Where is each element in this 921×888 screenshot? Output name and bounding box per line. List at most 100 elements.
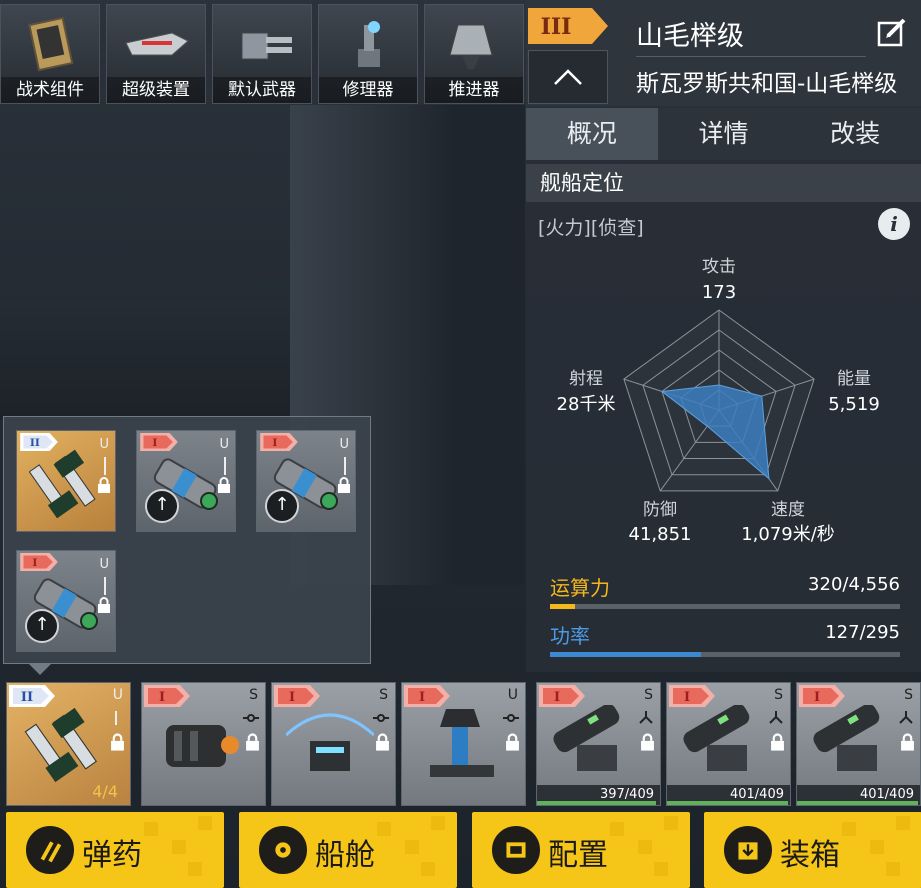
slot-type-letter: S bbox=[644, 687, 653, 703]
tier-flag-icon: I bbox=[260, 433, 298, 451]
power-value: 127/295 bbox=[825, 622, 900, 643]
durability-bar bbox=[667, 801, 788, 805]
compute-label: 运算力 bbox=[550, 576, 610, 600]
ship-roles: [火力][侦查] bbox=[538, 217, 644, 239]
tab-details[interactable]: 详情 bbox=[658, 108, 790, 160]
tab-overview[interactable]: 概况 bbox=[526, 108, 658, 160]
tier-flag-icon: II bbox=[9, 685, 55, 707]
slot-type-icon bbox=[115, 711, 117, 725]
default-weapon-icon bbox=[241, 32, 292, 60]
slot-type-icon bbox=[899, 711, 913, 724]
slot-type-letter: U bbox=[112, 687, 123, 703]
ammo-icon bbox=[26, 826, 74, 874]
collapse-button[interactable] bbox=[528, 50, 608, 104]
stat-speed-label: 速度 bbox=[771, 500, 805, 520]
equipment-slot[interactable]: II U 4/4 bbox=[6, 682, 131, 806]
slot-type-icon bbox=[639, 711, 653, 724]
lock-icon bbox=[375, 733, 390, 751]
popup-module-slot[interactable]: I U ↑ bbox=[256, 430, 356, 532]
upgrade-arrow-icon[interactable]: ↑ bbox=[145, 489, 179, 523]
equipment-art bbox=[21, 705, 109, 785]
lock-icon bbox=[217, 477, 231, 493]
lock-icon bbox=[110, 733, 125, 751]
action-button-3[interactable]: 装箱 bbox=[704, 812, 921, 888]
svg-text:I: I bbox=[152, 436, 157, 449]
power-bar-fill bbox=[550, 652, 701, 657]
popup-module-slot[interactable]: I U ↑ bbox=[136, 430, 236, 532]
equipment-art bbox=[811, 703, 899, 785]
slot-type-letter: U bbox=[99, 437, 109, 452]
tab-label: 推进器 bbox=[425, 77, 523, 103]
tab-repair-device[interactable]: 修理器 bbox=[318, 4, 418, 104]
slot-type-icon bbox=[243, 714, 259, 722]
equipment-slot[interactable]: I S 401/409 bbox=[796, 682, 921, 806]
power-bar bbox=[550, 652, 900, 657]
svg-text:I: I bbox=[159, 690, 165, 705]
lock-icon bbox=[770, 733, 785, 751]
durability-bar bbox=[537, 801, 657, 805]
info-icon[interactable]: i bbox=[878, 208, 910, 240]
equipment-slot[interactable]: I U bbox=[401, 682, 526, 806]
slot-type-letter: U bbox=[507, 687, 518, 703]
tab-default-weapon[interactable]: 默认武器 bbox=[212, 4, 312, 104]
tab-modify[interactable]: 改装 bbox=[789, 108, 921, 160]
repair-device-icon bbox=[358, 21, 380, 67]
tab-thruster[interactable]: 推进器 bbox=[424, 4, 524, 104]
tab-tactical-component[interactable]: 战术组件 bbox=[0, 4, 100, 104]
equipment-art bbox=[551, 703, 639, 785]
crate-icon bbox=[724, 826, 772, 874]
upgrade-arrow-icon[interactable]: ↑ bbox=[25, 609, 59, 643]
equipment-slot[interactable]: I S bbox=[271, 682, 396, 806]
popup-module-slot[interactable]: II U bbox=[16, 430, 116, 532]
action-label: 弹药 bbox=[82, 838, 142, 873]
equipment-art bbox=[156, 705, 244, 785]
action-button-1[interactable]: 船舱 bbox=[239, 812, 457, 888]
svg-text:III: III bbox=[541, 14, 572, 40]
stats-radar: 攻击 173 能量 5,519 速度 1,079米/秒 防御 41,851 射程… bbox=[557, 257, 880, 545]
tier-flag-icon: I bbox=[20, 553, 58, 571]
svg-text:II: II bbox=[21, 690, 33, 705]
svg-text:I: I bbox=[554, 690, 560, 705]
equipment-slot[interactable]: I S 401/409 bbox=[666, 682, 791, 806]
tier-flag-icon: II bbox=[20, 433, 58, 451]
slot-type-letter: U bbox=[219, 437, 229, 452]
power-label: 功率 bbox=[550, 624, 590, 648]
ship-name: 山毛榉级 bbox=[636, 21, 744, 52]
compute-bar bbox=[550, 604, 900, 609]
upgrade-arrow-icon[interactable]: ↑ bbox=[265, 489, 299, 523]
slot-type-letter: U bbox=[99, 557, 109, 572]
popup-pointer bbox=[28, 663, 52, 675]
slot-type-letter: S bbox=[249, 687, 258, 703]
stat-range-label: 射程 bbox=[569, 369, 603, 389]
slot-type-icon bbox=[769, 711, 783, 724]
lock-icon bbox=[640, 733, 655, 751]
tier-flag-icon: I bbox=[140, 433, 178, 451]
slot-type-letter: S bbox=[774, 687, 783, 703]
popup-module-slot[interactable]: I U ↑ bbox=[16, 550, 116, 652]
lock-icon bbox=[337, 477, 351, 493]
stat-speed-value: 1,079米/秒 bbox=[741, 524, 835, 545]
tier-flag-icon: I bbox=[144, 685, 190, 707]
equipment-slot[interactable]: I S bbox=[141, 682, 266, 806]
stat-attack-label: 攻击 bbox=[702, 257, 736, 277]
tab-super-device[interactable]: 超级装置 bbox=[106, 4, 206, 104]
durability-bar bbox=[797, 801, 918, 805]
slot-type-icon bbox=[373, 714, 389, 722]
divider bbox=[636, 56, 866, 57]
action-button-2[interactable]: 配置 bbox=[472, 812, 690, 888]
lock-icon bbox=[505, 733, 520, 751]
edit-icon[interactable] bbox=[876, 16, 908, 48]
tab-label: 默认武器 bbox=[213, 77, 311, 103]
equipment-art bbox=[284, 705, 376, 785]
slot-type-letter: U bbox=[339, 437, 349, 452]
action-label: 配置 bbox=[548, 838, 608, 873]
action-label: 装箱 bbox=[780, 838, 840, 873]
action-label: 船舱 bbox=[315, 838, 375, 873]
info-tabs: 概况 详情 改装 bbox=[526, 108, 921, 160]
action-button-0[interactable]: 弹药 bbox=[6, 812, 224, 888]
thruster-icon bbox=[449, 24, 493, 69]
svg-text:II: II bbox=[30, 436, 40, 449]
slot-type-letter: S bbox=[379, 687, 388, 703]
svg-text:I: I bbox=[419, 690, 425, 705]
equipment-slot[interactable]: I S 397/409 bbox=[536, 682, 661, 806]
